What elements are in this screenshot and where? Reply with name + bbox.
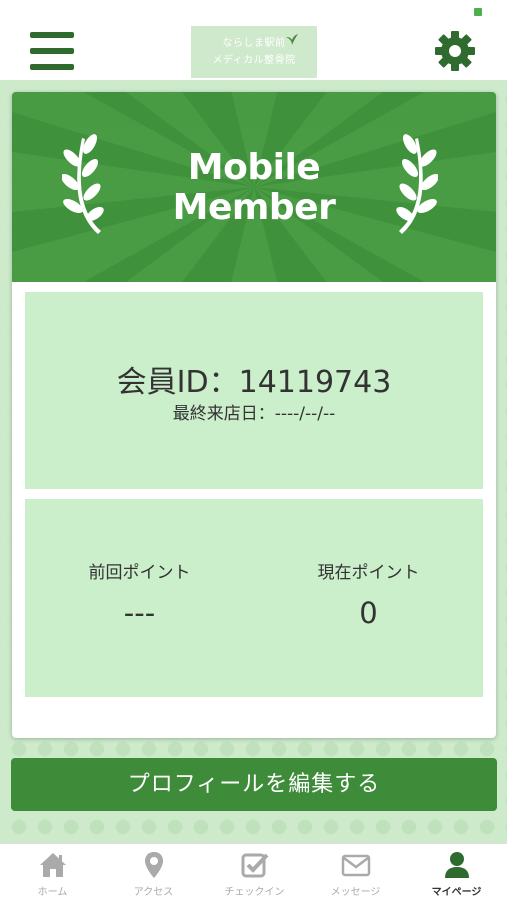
- tab-home-label: ホーム: [37, 887, 68, 898]
- mobile-member-banner: Mobile Member: [12, 92, 496, 282]
- tab-checkin[interactable]: チェックイン: [204, 848, 305, 900]
- last-visit-date: 最終来店日：----/--/--: [172, 404, 336, 424]
- current-points-value: 0: [359, 596, 378, 630]
- tab-access[interactable]: アクセス: [103, 848, 204, 900]
- tab-message-label: メッセージ: [330, 887, 381, 898]
- menu-bar: [30, 64, 74, 70]
- member-id: 会員ID：14119743: [116, 365, 392, 400]
- menu-bar: [30, 48, 74, 54]
- leaf-icon: [286, 34, 298, 45]
- clinic-logo[interactable]: ならしま駅前 メディカル整骨院: [191, 26, 317, 78]
- map-pin-icon: [144, 852, 163, 878]
- mail-icon: [341, 854, 370, 877]
- previous-points: 前回ポイント ---: [25, 561, 254, 631]
- user-icon: [444, 852, 469, 878]
- tab-message[interactable]: メッセージ: [305, 848, 406, 900]
- points-panel: 前回ポイント --- 現在ポイント 0: [25, 499, 483, 697]
- banner-title: Mobile Member: [12, 148, 496, 228]
- tab-access-label: アクセス: [133, 887, 174, 898]
- settings-gear-icon[interactable]: [434, 30, 476, 72]
- bottom-tab-bar: ホーム アクセス チェックイン メッセージ マイページ: [0, 843, 507, 900]
- app-header: ならしま駅前 メディカル整骨院: [0, 0, 507, 80]
- previous-points-value: ---: [123, 596, 156, 630]
- previous-points-label: 前回ポイント: [88, 563, 191, 583]
- logo-line-2: メディカル整骨院: [212, 55, 296, 66]
- banner-title-line-2: Member: [172, 187, 336, 228]
- menu-bar: [30, 32, 74, 38]
- menu-button[interactable]: [30, 32, 74, 70]
- tab-mypage[interactable]: マイページ: [406, 848, 507, 900]
- tab-home[interactable]: ホーム: [2, 848, 103, 900]
- home-icon: [39, 853, 66, 877]
- current-points: 現在ポイント 0: [254, 561, 483, 631]
- banner-title-line-1: Mobile: [187, 147, 321, 188]
- edit-profile-button[interactable]: プロフィールを編集する: [11, 758, 497, 811]
- checkin-icon: [241, 853, 268, 878]
- member-info-panel: 会員ID：14119743 最終来店日：----/--/--: [25, 292, 483, 489]
- current-points-label: 現在ポイント: [317, 563, 420, 583]
- tab-mypage-label: マイページ: [431, 887, 482, 898]
- logo-line-1: ならしま駅前: [222, 38, 286, 49]
- member-card: Mobile Member 会員ID：14119743 最終来店日：----/-…: [12, 92, 496, 738]
- status-indicator: [474, 8, 482, 16]
- tab-checkin-label: チェックイン: [224, 887, 285, 898]
